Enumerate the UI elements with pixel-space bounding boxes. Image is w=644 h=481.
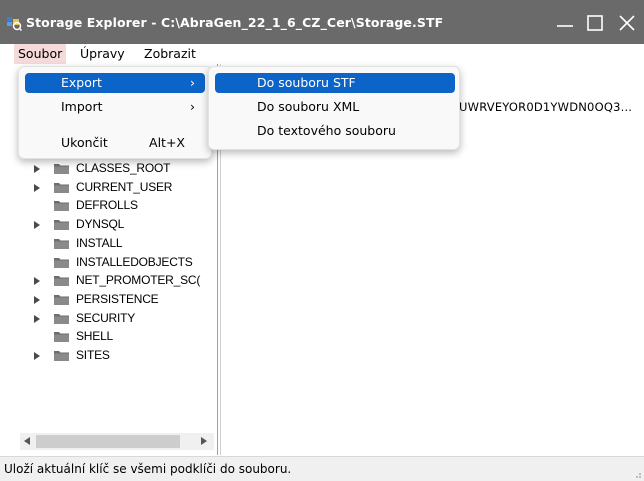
menu-item-import[interactable]: Import ›: [25, 97, 205, 117]
folder-icon: [54, 332, 69, 343]
tree-item-label: CURRENT_USER: [76, 179, 173, 194]
folder-icon: [54, 313, 69, 324]
tree-item[interactable]: DYNSQL: [14, 216, 214, 234]
scrollbar-thumb[interactable]: [36, 435, 180, 448]
tree-item[interactable]: INSTALLEDOBJECTS: [14, 254, 214, 272]
value-text: UWRVEYOR0D1YWDN0OQ3...: [459, 100, 633, 114]
resize-grip-icon[interactable]: [634, 471, 642, 479]
folder-icon: [54, 294, 69, 305]
folder-icon: [54, 238, 69, 249]
tree-item[interactable]: SECURITY: [14, 310, 214, 328]
expand-arrow-icon[interactable]: [34, 314, 40, 323]
menu-item-label: Do souboru XML: [257, 99, 360, 114]
tree-item-label: SITES: [76, 348, 110, 362]
expand-arrow-icon[interactable]: [34, 165, 40, 173]
tree-item[interactable]: INSTALL: [14, 235, 214, 253]
file-menu: Export › Import › Ukončit Alt+X: [18, 66, 212, 159]
minimize-icon: [557, 25, 573, 27]
window-title: Storage Explorer - C:\AbraGen_22_1_6_CZ_…: [26, 15, 444, 30]
horizontal-scrollbar[interactable]: [20, 433, 214, 450]
tree-item-label: NET_PROMOTER_SC(: [76, 273, 201, 288]
folder-icon: [54, 257, 69, 268]
folder-icon: [54, 220, 69, 231]
maximize-icon: [587, 15, 603, 31]
minimize-button[interactable]: [550, 8, 580, 36]
close-icon: [619, 15, 635, 31]
maximize-button[interactable]: [580, 8, 610, 36]
status-bar: Uloží aktuální klíč se všemi podklíči do…: [0, 456, 644, 481]
scroll-left-icon[interactable]: [24, 437, 30, 445]
close-button[interactable]: [612, 8, 642, 36]
tree-item-label: DYNSQL: [76, 217, 125, 232]
expand-arrow-icon[interactable]: [34, 221, 40, 230]
menu-bar: Soubor Úpravy Zobrazit: [0, 44, 644, 64]
tree-item[interactable]: SITES: [14, 347, 214, 365]
menu-zobrazit[interactable]: Zobrazit: [140, 44, 200, 64]
folder-icon: [54, 201, 69, 212]
title-bar[interactable]: Storage Explorer - C:\AbraGen_22_1_6_CZ_…: [0, 0, 644, 44]
submenu-item-text[interactable]: Do textového souboru: [215, 121, 455, 141]
tree-item-label: INSTALL: [76, 235, 123, 250]
submenu-item-xml[interactable]: Do souboru XML: [215, 97, 455, 117]
folder-icon: [54, 351, 69, 361]
expand-arrow-icon[interactable]: [34, 183, 40, 192]
menu-item-label: Import: [61, 99, 103, 114]
tree-item[interactable]: CURRENT_USER: [14, 179, 214, 197]
tree-item[interactable]: CLASSES_ROOT: [14, 160, 214, 178]
folder-icon: [54, 164, 69, 174]
menu-soubor[interactable]: Soubor: [14, 44, 67, 64]
status-text: Uloží aktuální klíč se všemi podklíči do…: [4, 462, 292, 476]
tree-item[interactable]: PERSISTENCE: [14, 291, 214, 309]
chevron-right-icon: ›: [190, 99, 195, 114]
menu-item-label: Export: [61, 75, 102, 90]
menu-upravy[interactable]: Úpravy: [76, 44, 129, 64]
folder-icon: [54, 182, 69, 193]
tree-item-label: PERSISTENCE: [76, 291, 159, 306]
menu-item-label: Do souboru STF: [257, 75, 356, 90]
tree-item-label: CLASSES_ROOT: [76, 161, 171, 175]
menu-item-ukoncit[interactable]: Ukončit Alt+X: [25, 133, 205, 153]
tree-item-label: INSTALLEDOBJECTS: [76, 254, 193, 269]
menu-item-export[interactable]: Export ›: [25, 73, 205, 93]
tree-item[interactable]: SHELL: [14, 328, 214, 346]
expand-arrow-icon[interactable]: [34, 352, 40, 360]
folder-icon: [54, 276, 69, 287]
menu-item-label: Ukončit: [61, 135, 108, 150]
expand-arrow-icon[interactable]: [34, 277, 40, 286]
export-submenu: Do souboru STF Do souboru XML Do textové…: [208, 66, 460, 150]
scroll-right-icon[interactable]: [201, 437, 207, 445]
menu-item-shortcut: Alt+X: [149, 135, 185, 150]
tree-item-label: DEFROLLS: [76, 198, 138, 213]
submenu-item-stf[interactable]: Do souboru STF: [215, 73, 455, 93]
chevron-right-icon: ›: [190, 75, 195, 90]
tree-item-label: SECURITY: [76, 310, 136, 325]
tree-item[interactable]: NET_PROMOTER_SC(: [14, 272, 214, 290]
tree-item-label: SHELL: [76, 329, 114, 344]
menu-item-label: Do textového souboru: [257, 123, 396, 138]
tree-item[interactable]: DEFROLLS: [14, 197, 214, 215]
app-icon: [7, 17, 22, 31]
expand-arrow-icon[interactable]: [34, 295, 40, 304]
